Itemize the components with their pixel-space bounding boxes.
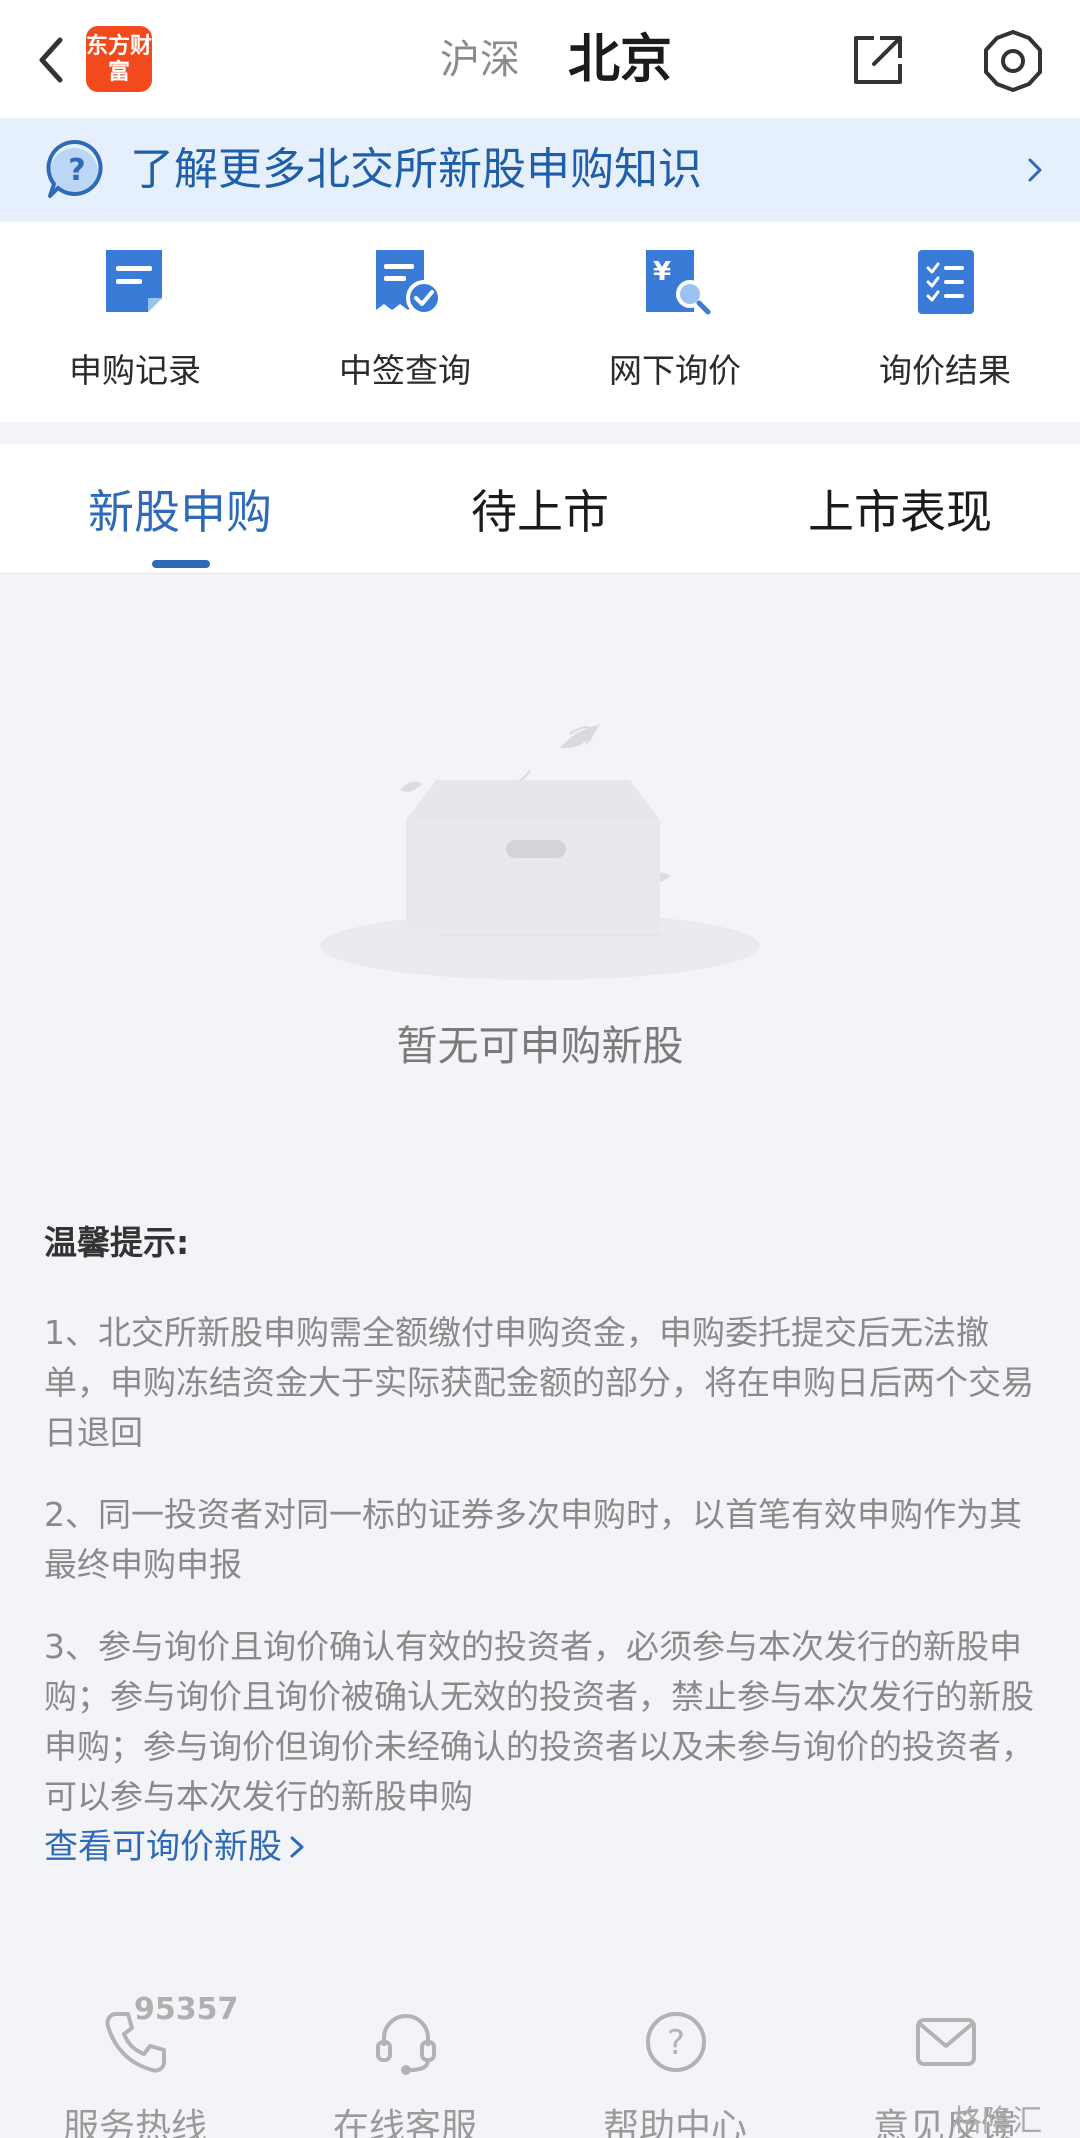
tip-item: 2、同一投资者对同一标的证券多次申购时，以首笔有效申购作为其最终申购申报: [44, 1495, 1022, 1584]
tab-new-subscription[interactable]: 新股申购: [50, 444, 310, 574]
quick-entry-label: 中签查询: [339, 351, 471, 390]
app-logo: 东方财富: [86, 26, 152, 92]
quick-entries: 申购记录 中签查询 ¥ 网下询价 询价结果: [0, 222, 1080, 422]
active-tab-indicator: [152, 560, 210, 568]
empty-state-text: 暂无可申购新股: [396, 1022, 684, 1070]
back-arrow-icon[interactable]: [30, 28, 74, 92]
service-label: 帮助中心: [602, 2107, 747, 2138]
svg-text:?: ?: [667, 2023, 685, 2063]
ipo-tabs: 新股申购 待上市 上市表现: [0, 444, 1080, 574]
quick-entry-allotment-query[interactable]: 中签查询: [270, 222, 540, 422]
receipt-check-icon: [376, 250, 442, 316]
service-label: 服务热线: [62, 2107, 207, 2138]
banner-text: 了解更多北交所新股申购知识: [130, 144, 702, 195]
tip-item: 3、参与询价且询价确认有效的投资者，必须参与本次发行的新股申购；参与询价且询价被…: [44, 1627, 1034, 1816]
tab-listing-performance[interactable]: 上市表现: [770, 444, 1030, 574]
market-tab-beijing[interactable]: 北京: [568, 30, 672, 90]
svg-text:¥: ¥: [653, 257, 671, 287]
quick-entry-offline-inquiry[interactable]: ¥ 网下询价: [540, 222, 810, 422]
help-circle-icon: ?: [646, 2012, 706, 2072]
checklist-icon: [918, 250, 974, 314]
gear-icon[interactable]: [980, 28, 1046, 94]
quick-entry-subscription-record[interactable]: 申购记录: [0, 222, 270, 422]
empty-box-icon: [320, 724, 760, 980]
svg-text:?: ?: [68, 153, 85, 188]
yen-search-icon: ¥: [646, 250, 711, 315]
link-text: 查看可询价新股: [44, 1827, 282, 1867]
document-record-icon: [106, 250, 162, 312]
quick-entry-label: 申购记录: [69, 351, 201, 390]
top-header: 东方财富 沪深 北京: [0, 0, 1080, 118]
watermark: 格隆汇: [952, 2104, 1042, 2138]
hotline-number: 95357: [134, 1992, 239, 2027]
chevron-right-icon: [1028, 158, 1042, 182]
headset-icon: [376, 2014, 436, 2075]
service-label: 在线客服: [332, 2107, 477, 2138]
service-online-support[interactable]: 在线客服: [270, 1990, 540, 2138]
service-help-center[interactable]: ? 帮助中心: [540, 1990, 810, 2138]
market-tab-shanghai-shenzhen[interactable]: 沪深: [440, 30, 520, 90]
chevron-right-icon: [290, 1836, 304, 1858]
share-external-icon[interactable]: [850, 32, 906, 88]
view-inquiry-stocks-link[interactable]: 查看可询价新股: [44, 1822, 306, 1872]
mail-icon: [916, 2018, 976, 2066]
quick-entry-label: 网下询价: [609, 351, 741, 390]
quick-entry-inquiry-result[interactable]: 询价结果: [810, 222, 1080, 422]
tips-title: 温馨提示:: [44, 1223, 190, 1262]
knowledge-banner[interactable]: ? 了解更多北交所新股申购知识: [0, 118, 1080, 222]
tip-item: 1、北交所新股申购需全额缴付申购资金，申购委托提交后无法撤单，申购冻结资金大于实…: [44, 1313, 1034, 1452]
question-bubble-icon: ?: [46, 139, 103, 198]
quick-entry-label: 询价结果: [879, 351, 1011, 390]
tab-pending-listing[interactable]: 待上市: [410, 444, 670, 574]
